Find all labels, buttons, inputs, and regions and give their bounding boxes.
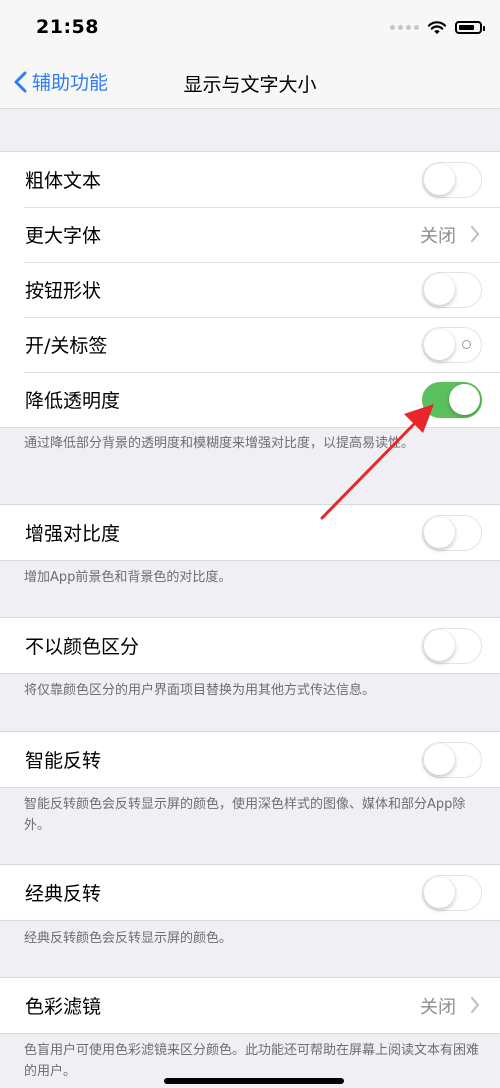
color-filters-value: 关闭 — [420, 996, 456, 1018]
onoff-labels-row: 开/关标签 — [0, 317, 500, 372]
button-shapes-label: 按钮形状 — [25, 280, 102, 302]
differentiate-without-color-label: 不以颜色区分 — [25, 636, 140, 658]
classic-invert-label: 经典反转 — [25, 883, 102, 905]
wifi-icon — [427, 21, 447, 34]
reduce-transparency-toggle[interactable] — [422, 381, 482, 418]
page-title: 显示与文字大小 — [183, 74, 317, 96]
larger-text-row[interactable]: 更大字体 关闭 — [0, 207, 500, 262]
chevron-right-icon — [470, 225, 480, 243]
cellular-signal-icon — [390, 25, 419, 30]
chevron-right-icon — [470, 996, 480, 1014]
settings-group-main: 粗体文本 更大字体 关闭 按钮形状 开/关标签 降低透明度 — [0, 151, 500, 428]
settings-group-smart-invert: 智能反转 — [0, 731, 500, 788]
differentiate-without-color-footnote: 将仅靠颜色区分的用户界面项目替换为用其他方式传达信息。 — [24, 683, 376, 698]
reduce-transparency-label: 降低透明度 — [25, 390, 121, 412]
button-shapes-toggle[interactable] — [422, 271, 482, 308]
bold-text-label: 粗体文本 — [25, 170, 102, 192]
classic-invert-toggle[interactable] — [422, 874, 482, 911]
home-indicator — [164, 1078, 344, 1084]
smart-invert-toggle[interactable] — [422, 741, 482, 778]
status-bar: 21:58 — [0, 0, 500, 58]
onoff-labels-label: 开/关标签 — [25, 335, 108, 357]
color-filters-footnote: 色盲用户可使用色彩滤镜来区分颜色。此功能还可帮助在屏幕上阅读文本有困难的用户。 — [24, 1043, 480, 1079]
differentiate-without-color-toggle[interactable] — [422, 627, 482, 664]
button-shapes-row: 按钮形状 — [0, 262, 500, 317]
increase-contrast-toggle[interactable] — [422, 514, 482, 551]
larger-text-label: 更大字体 — [25, 225, 102, 247]
settings-group-color: 不以颜色区分 — [0, 617, 500, 674]
settings-group-color-filters: 色彩滤镜 关闭 — [0, 977, 500, 1034]
off-ring-icon — [462, 339, 471, 349]
differentiate-without-color-row: 不以颜色区分 — [0, 618, 500, 673]
reduce-transparency-footnote: 通过降低部分背景的透明度和模糊度来增强对比度，以提高易读性。 — [24, 436, 415, 451]
larger-text-value: 关闭 — [420, 225, 456, 247]
status-icons — [390, 20, 485, 35]
navigation-bar: 辅助功能 显示与文字大小 — [0, 58, 500, 109]
color-filters-label: 色彩滤镜 — [25, 996, 102, 1018]
classic-invert-footnote: 经典反转颜色会反转显示屏的颜色。 — [24, 931, 233, 946]
increase-contrast-footnote: 增加App前景色和背景色的对比度。 — [24, 570, 232, 585]
status-time: 21:58 — [36, 16, 99, 38]
onoff-labels-toggle[interactable] — [422, 326, 482, 363]
bold-text-toggle[interactable] — [422, 161, 482, 198]
classic-invert-row: 经典反转 — [0, 865, 500, 920]
smart-invert-footnote: 智能反转颜色会反转显示屏的颜色，使用深色样式的图像、媒体和部分App除外。 — [24, 797, 466, 833]
smart-invert-label: 智能反转 — [25, 750, 102, 772]
reduce-transparency-row: 降低透明度 — [0, 372, 500, 427]
battery-icon — [455, 21, 485, 34]
settings-group-classic-invert: 经典反转 — [0, 864, 500, 921]
increase-contrast-row: 增强对比度 — [0, 505, 500, 560]
increase-contrast-label: 增强对比度 — [25, 523, 121, 545]
bold-text-row: 粗体文本 — [0, 152, 500, 207]
smart-invert-row: 智能反转 — [0, 732, 500, 787]
color-filters-row[interactable]: 色彩滤镜 关闭 — [0, 978, 500, 1033]
settings-group-contrast: 增强对比度 — [0, 504, 500, 561]
